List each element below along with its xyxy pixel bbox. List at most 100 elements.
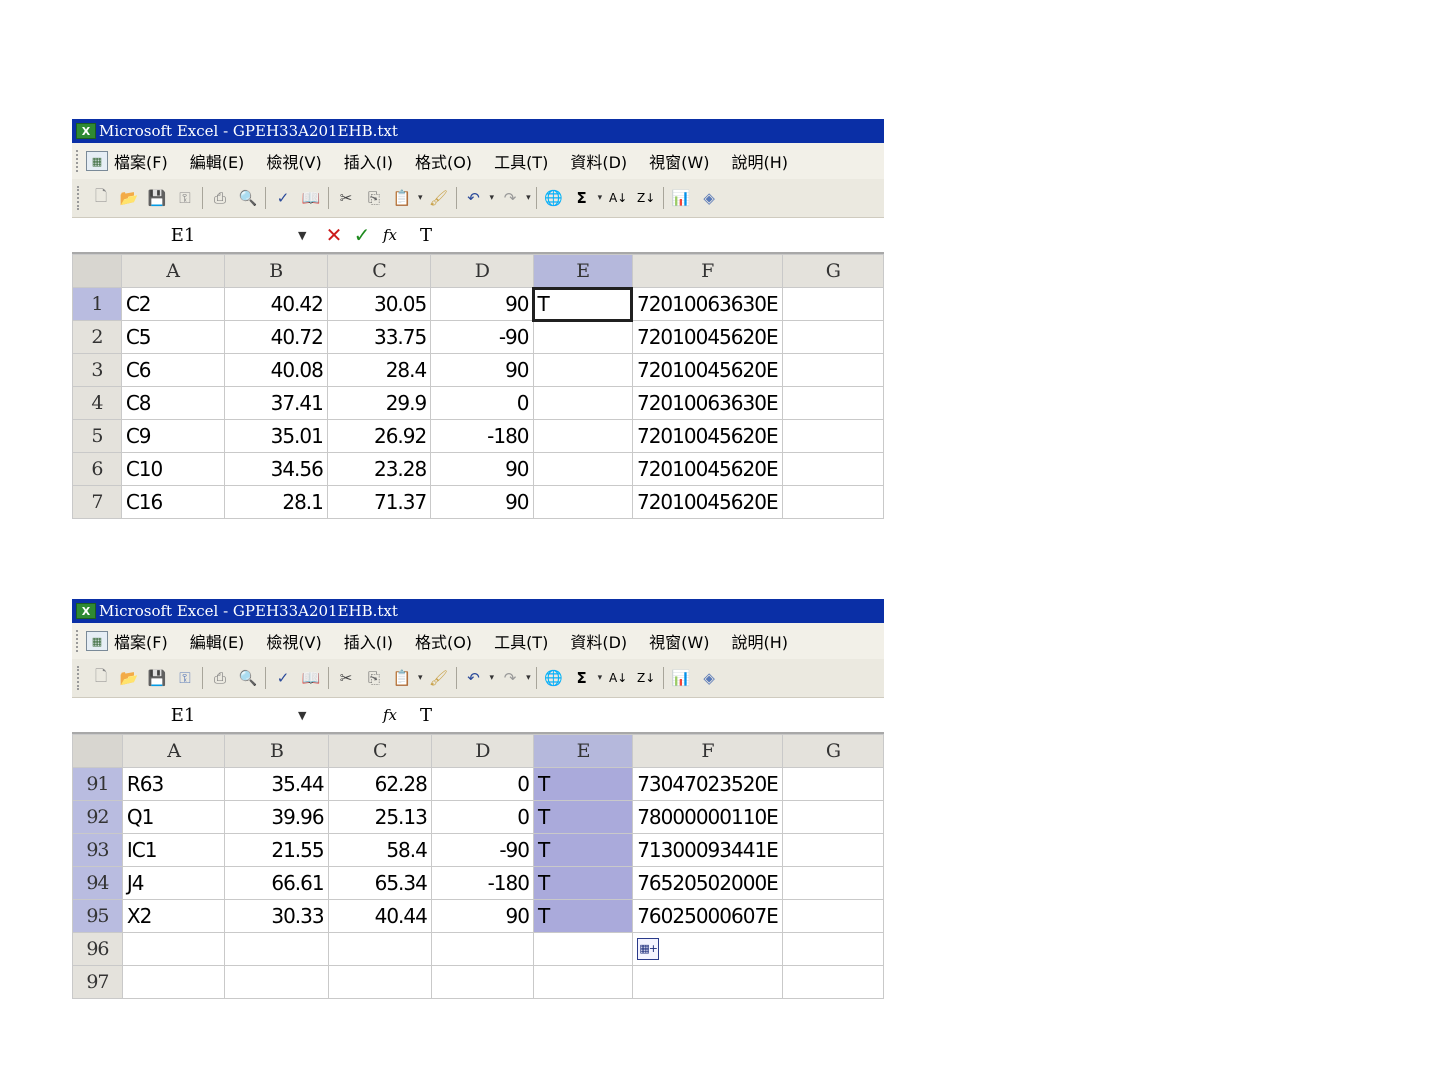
cut-icon[interactable]: ✂ [335,667,357,689]
column-header-g[interactable]: G [781,734,885,768]
column-header-f[interactable]: F [631,254,783,288]
cell[interactable]: 58.4 [327,833,432,867]
selected-cell[interactable]: T [532,899,634,933]
cell[interactable] [781,287,885,321]
row-header[interactable]: 95 [72,899,123,933]
column-header-a[interactable]: A [121,734,226,768]
cell[interactable] [781,419,885,453]
enter-icon[interactable]: ✓ [348,223,376,247]
cell[interactable] [430,932,534,966]
selected-cell[interactable]: T [532,800,634,834]
paste-dropdown-icon[interactable]: ▾ [418,673,423,683]
column-header-d[interactable]: D [430,734,534,768]
cell[interactable]: 40.42 [223,287,328,321]
cell[interactable]: 66.61 [224,866,329,900]
selected-cell[interactable]: T [532,767,634,801]
menu-data[interactable]: 資料(D) [570,149,627,173]
format-painter-icon[interactable]: 🖌 [428,667,450,689]
cell[interactable]: 33.75 [326,320,432,354]
sort-ascending-icon[interactable]: A↓ [607,667,629,689]
cell[interactable]: 0 [430,800,534,834]
cell[interactable]: 90 [430,899,534,933]
insert-function-icon[interactable]: fx [376,226,404,244]
cell[interactable] [224,965,329,999]
formula-input[interactable]: T [414,705,432,726]
cell[interactable]: C16 [120,485,225,519]
active-cell[interactable]: T [532,286,634,322]
menu-edit[interactable]: 編輯(E) [190,149,245,173]
name-box[interactable]: E1 [72,220,294,250]
menu-data[interactable]: 資料(D) [570,629,627,653]
name-box-dropdown-icon[interactable]: ▼ [298,709,320,722]
menu-insert[interactable]: 插入(I) [344,149,393,173]
cell[interactable]: C9 [120,419,225,453]
cell[interactable]: 72010045620E [631,320,783,354]
cell[interactable]: 62.28 [327,767,432,801]
print-icon[interactable]: ⎙ [209,187,231,209]
cell[interactable]: 28.4 [326,353,432,387]
autosum-dropdown-icon[interactable]: ▾ [598,673,603,683]
cell[interactable]: 40.72 [223,320,328,354]
autosum-icon[interactable]: Σ [571,667,593,689]
column-header-a[interactable]: A [120,254,225,288]
cell[interactable] [781,833,885,867]
cell[interactable] [781,899,885,933]
redo-dropdown-icon[interactable]: ▾ [526,673,531,683]
column-header-c[interactable]: C [326,254,432,288]
cell[interactable]: 35.44 [224,767,329,801]
column-header-e[interactable]: E [532,734,634,768]
menu-help[interactable]: 說明(H) [731,149,788,173]
cell[interactable] [532,485,633,519]
row-header[interactable]: 97 [72,965,123,999]
undo-dropdown-icon[interactable]: ▾ [490,193,495,203]
menu-insert[interactable]: 插入(I) [344,629,393,653]
chart-wizard-icon[interactable]: 📊 [670,187,692,209]
cell[interactable] [781,866,885,900]
row-header[interactable]: 4 [72,386,122,420]
cell[interactable]: Q1 [121,800,226,834]
selected-cell[interactable]: T [532,866,634,900]
cell[interactable]: 90 [430,287,534,321]
menu-edit[interactable]: 編輯(E) [190,629,245,653]
sort-descending-icon[interactable]: Z↓ [635,667,657,689]
row-header[interactable]: 2 [72,320,122,354]
row-header[interactable]: 96 [72,932,123,966]
name-box[interactable]: E1 [72,700,294,730]
cell[interactable]: 65.34 [327,866,432,900]
drawing-icon[interactable]: ◈ [698,667,720,689]
row-header[interactable]: 93 [72,833,123,867]
research-icon[interactable]: 📖 [300,187,322,209]
cell[interactable] [327,932,432,966]
cell[interactable]: IC1 [121,833,226,867]
undo-dropdown-icon[interactable]: ▾ [490,673,495,683]
cell[interactable]: -90 [430,833,534,867]
column-header-g[interactable]: G [781,254,885,288]
cell[interactable] [781,800,885,834]
redo-icon[interactable]: ↷ [499,187,521,209]
cell[interactable] [224,932,329,966]
cell[interactable]: 34.56 [223,452,328,486]
cell[interactable]: 23.28 [326,452,432,486]
undo-icon[interactable]: ↶ [463,667,485,689]
row-header[interactable]: 1 [72,287,122,321]
cell[interactable]: 90 [430,452,534,486]
cell[interactable]: 72010045620E [631,452,783,486]
row-header[interactable]: 6 [72,452,122,486]
paste-dropdown-icon[interactable]: ▾ [418,193,423,203]
cell[interactable]: C6 [120,353,225,387]
select-all-corner[interactable] [72,734,123,768]
sort-descending-icon[interactable]: Z↓ [635,187,657,209]
copy-icon[interactable]: ⎘ [363,667,385,689]
redo-dropdown-icon[interactable]: ▾ [526,193,531,203]
name-box-dropdown-icon[interactable]: ▼ [298,229,320,242]
row-header[interactable]: 91 [72,767,123,801]
toolbar-grip[interactable] [77,186,83,210]
autosum-icon[interactable]: Σ [571,187,593,209]
row-header[interactable]: 92 [72,800,123,834]
cell[interactable]: 72010063630E [631,287,783,321]
cell[interactable]: 40.08 [223,353,328,387]
spelling-icon[interactable]: ✓ [272,667,294,689]
cell[interactable]: -90 [430,320,534,354]
cancel-icon[interactable]: ✕ [320,223,348,247]
cell[interactable]: 72010045620E [631,485,783,519]
